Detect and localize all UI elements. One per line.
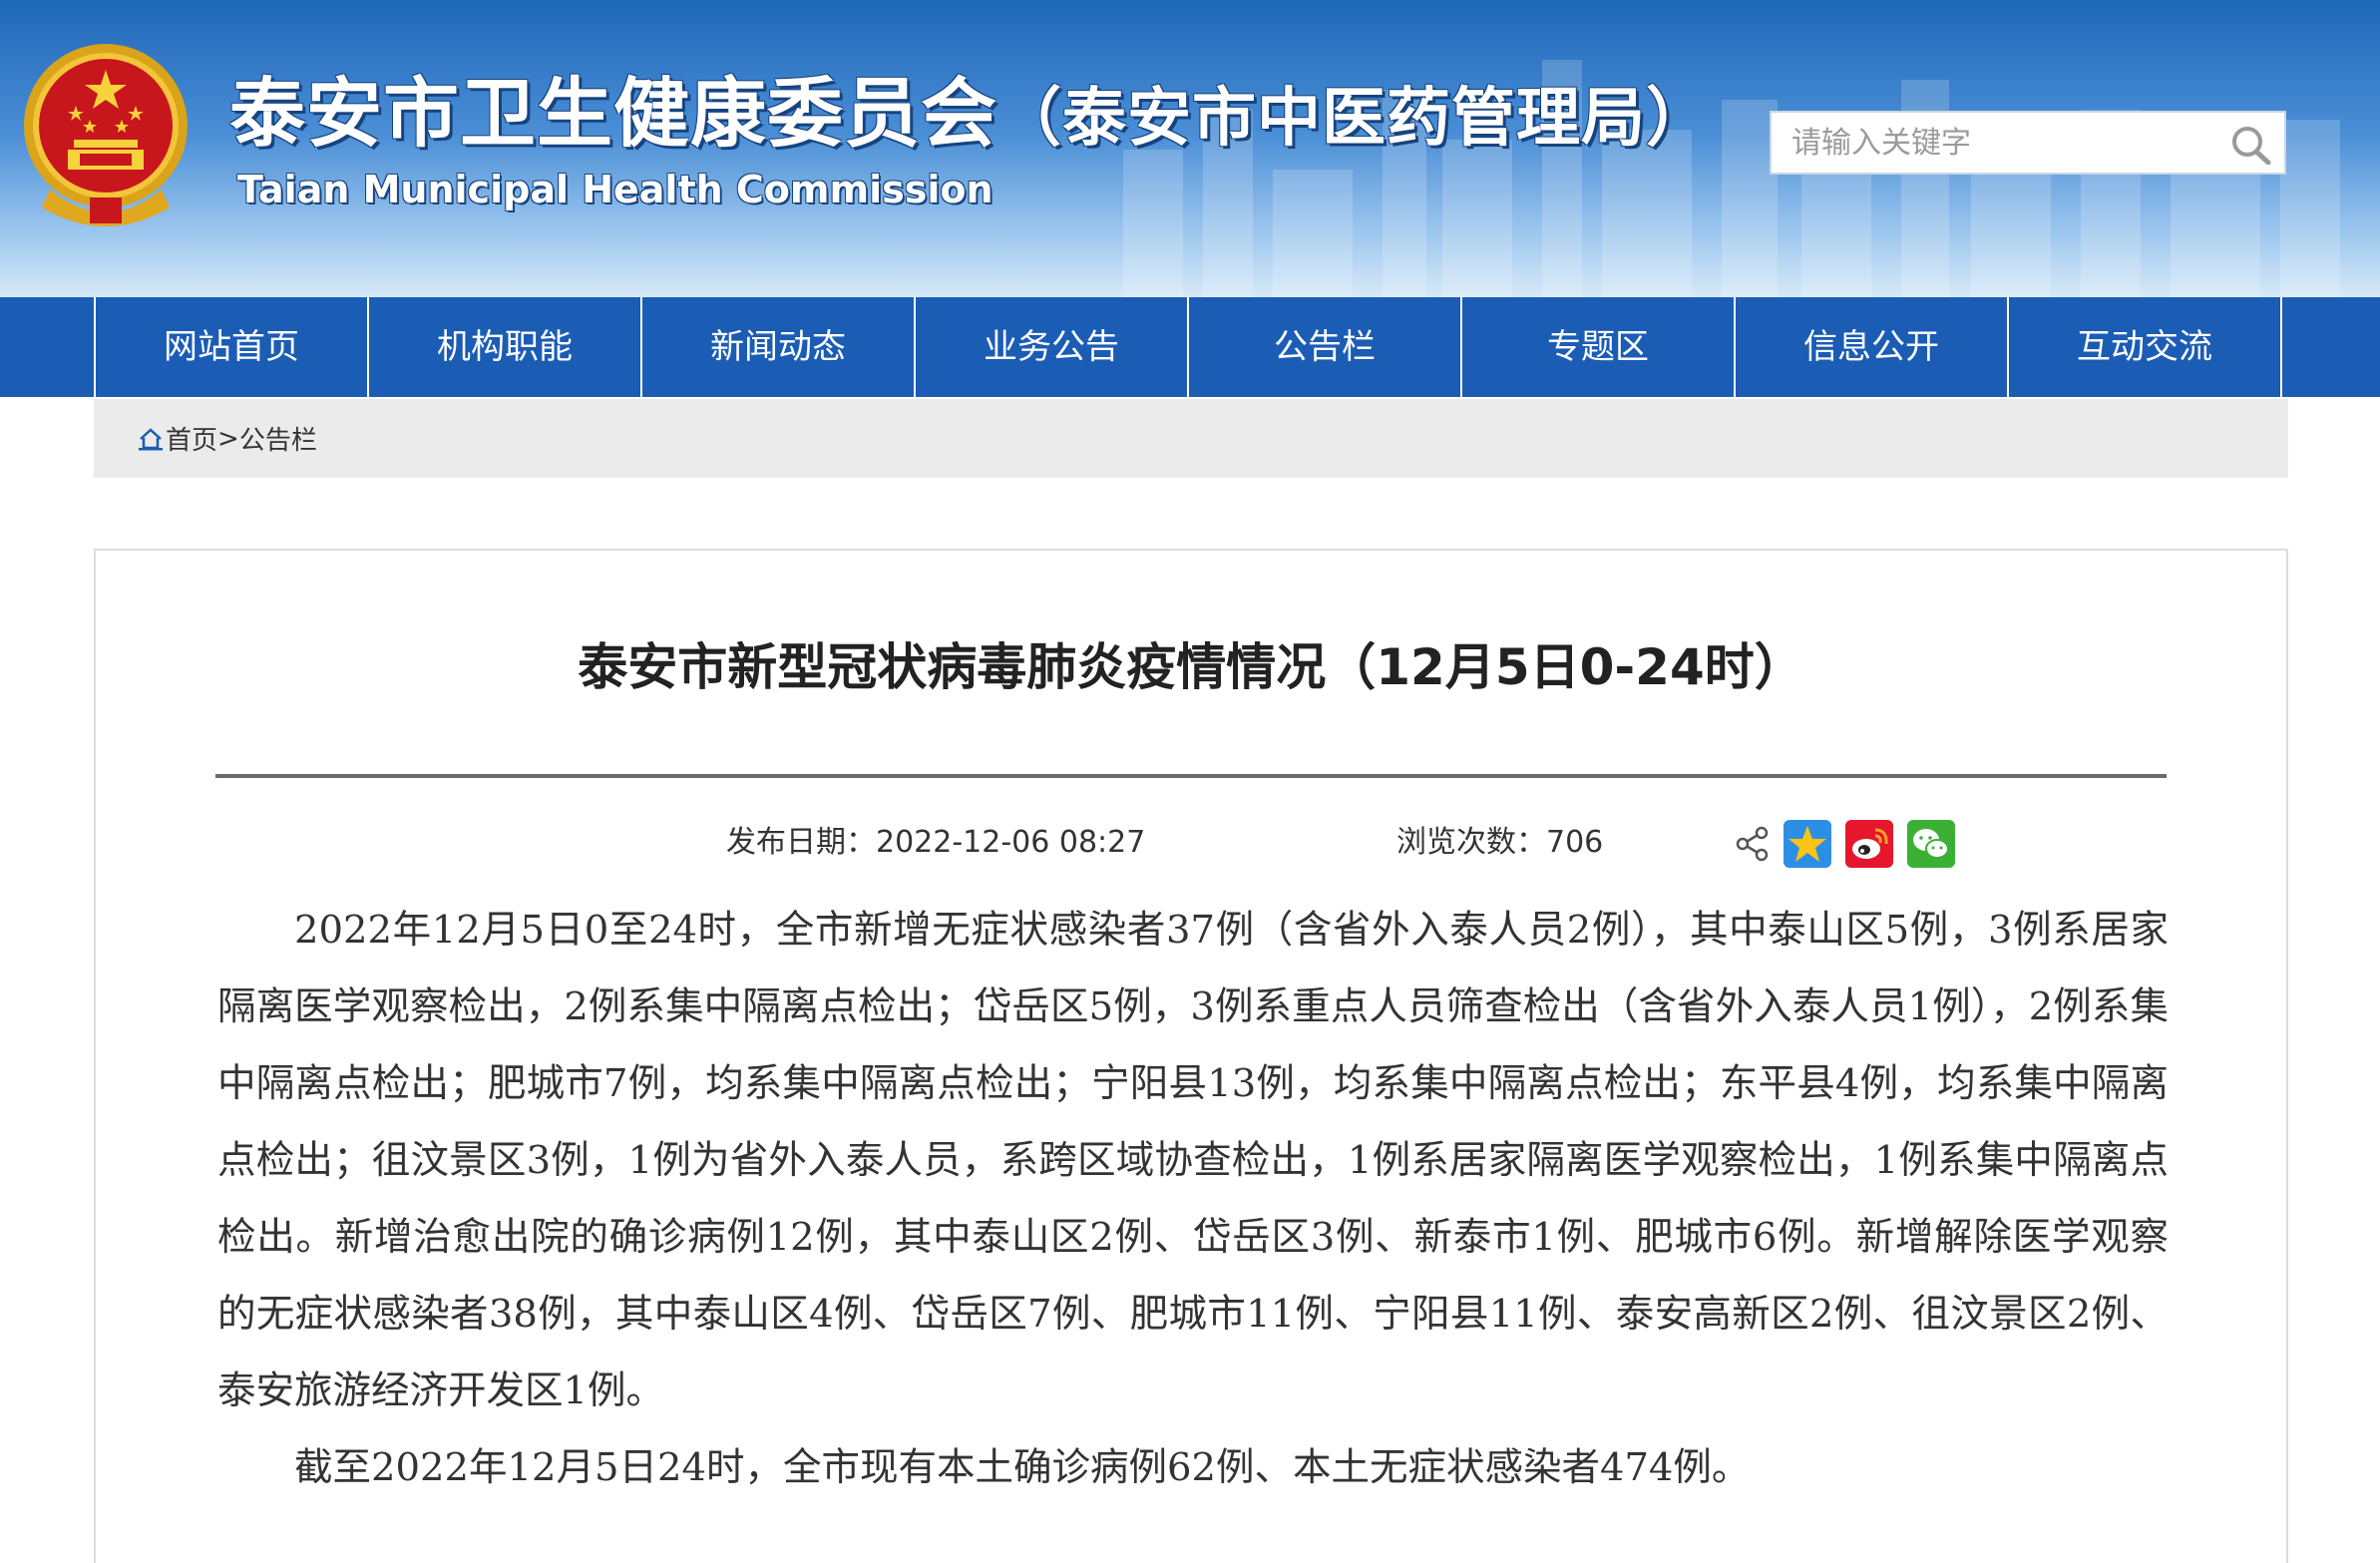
nav-item-info-disclosure[interactable]: 信息公开 bbox=[1734, 297, 2007, 397]
article-paragraph: 截至2022年12月5日24时，全市现有本土确诊病例62例、本土无症状感染者47… bbox=[294, 1445, 1751, 1490]
nav-item-business-notices[interactable]: 业务公告 bbox=[914, 297, 1187, 397]
national-emblem-icon bbox=[24, 44, 188, 226]
nav-divider bbox=[2280, 297, 2282, 397]
site-title-en: Taian Municipal Health Commission bbox=[237, 168, 993, 211]
view-count: 浏览次数：706 bbox=[1396, 825, 1604, 860]
site-title-cn: 泰安市卫生健康委员会（泰安市中医药管理局） bbox=[229, 66, 1711, 167]
weibo-icon[interactable] bbox=[1845, 820, 1893, 868]
breadcrumb-home-link[interactable]: 首页 bbox=[166, 420, 217, 457]
nav-item-news[interactable]: 新闻动态 bbox=[640, 297, 914, 397]
article-paragraph: 2022年12月5日0至24时，全市新增无症状感染者37例（含省外入泰人员2例）… bbox=[217, 908, 2169, 1413]
search-icon[interactable] bbox=[2230, 125, 2272, 165]
site-title-sub: （泰安市中医药管理局） bbox=[997, 82, 1711, 156]
article-title: 泰安市新型冠状病毒肺炎疫情情况（12月5日0-24时） bbox=[578, 638, 1804, 696]
main-nav: 网站首页 机构职能 新闻动态 业务公告 公告栏 专题区 信息公开 互动交流 bbox=[0, 297, 2380, 397]
site-title-main: 泰安市卫生健康委员会 bbox=[229, 69, 997, 158]
nav-item-bulletin[interactable]: 公告栏 bbox=[1187, 297, 1460, 397]
share-icon[interactable] bbox=[1736, 826, 1770, 862]
article-body: 2022年12月5日0至24时，全市新增无症状感染者37例（含省外入泰人员2例）… bbox=[217, 892, 2169, 1506]
publish-date: 发布日期：2022-12-06 08:27 bbox=[726, 825, 1146, 860]
nav-item-interaction[interactable]: 互动交流 bbox=[2007, 297, 2280, 397]
home-icon bbox=[139, 427, 163, 450]
nav-item-functions[interactable]: 机构职能 bbox=[367, 297, 640, 397]
nav-item-topics[interactable]: 专题区 bbox=[1460, 297, 1734, 397]
article-container: 泰安市新型冠状病毒肺炎疫情情况（12月5日0-24时） 发布日期：2022-12… bbox=[94, 549, 2288, 1563]
breadcrumb: 首页 > 公告栏 bbox=[94, 399, 2288, 478]
share-bar bbox=[1736, 818, 1955, 870]
wechat-icon[interactable] bbox=[1907, 820, 1955, 868]
title-divider bbox=[215, 774, 2167, 778]
search-box bbox=[1770, 111, 2286, 175]
nav-item-home[interactable]: 网站首页 bbox=[94, 297, 367, 397]
qzone-icon[interactable] bbox=[1784, 820, 1831, 868]
breadcrumb-current-link[interactable]: 公告栏 bbox=[239, 420, 317, 457]
site-header: 泰安市卫生健康委员会（泰安市中医药管理局） Taian Municipal He… bbox=[0, 0, 2380, 297]
nav-list: 网站首页 机构职能 新闻动态 业务公告 公告栏 专题区 信息公开 互动交流 bbox=[94, 297, 2282, 397]
breadcrumb-separator: > bbox=[217, 423, 239, 454]
search-input[interactable] bbox=[1772, 113, 2220, 173]
